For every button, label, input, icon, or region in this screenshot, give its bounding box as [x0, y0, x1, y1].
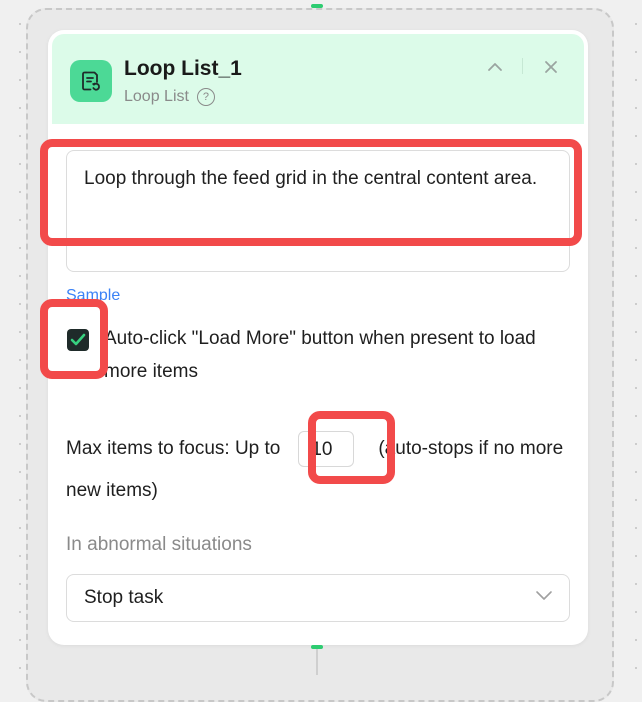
chevron-up-icon	[488, 63, 502, 71]
collapse-button[interactable]	[484, 56, 506, 78]
abnormal-action-value: Stop task	[84, 587, 164, 608]
top-connector-handle[interactable]	[311, 4, 323, 8]
close-icon	[545, 61, 557, 73]
close-button[interactable]	[540, 56, 562, 78]
max-items-row: Max items to focus: Up to 10 (auto-stops i…	[66, 428, 576, 512]
loop-list-node-card: Loop List_1 Loop List ? Loop through the…	[48, 30, 588, 645]
auto-click-checkbox[interactable]	[67, 329, 89, 351]
connector-line	[316, 649, 318, 675]
node-type-label: Loop List	[124, 88, 189, 105]
node-header: Loop List_1 Loop List ?	[52, 34, 584, 124]
auto-click-label: Auto-click "Load More" button when prese…	[104, 328, 536, 382]
help-icon[interactable]: ?	[196, 88, 215, 106]
abnormal-situations-label: In abnormal situations	[66, 534, 252, 555]
loop-list-icon	[70, 60, 112, 102]
description-text: Loop through the feed grid in the centra…	[84, 168, 538, 189]
abnormal-action-select[interactable]: Stop task	[66, 574, 570, 622]
header-divider	[522, 58, 523, 74]
chevron-down-icon	[536, 591, 552, 600]
max-items-input[interactable]: 10	[298, 430, 355, 467]
max-items-prefix: Max items to focus: Up to	[66, 438, 281, 459]
node-title: Loop List_1	[124, 57, 242, 80]
checkmark-icon	[70, 333, 86, 346]
node-subtitle: Loop List ?	[124, 88, 215, 106]
sample-link[interactable]: Sample	[66, 287, 120, 305]
